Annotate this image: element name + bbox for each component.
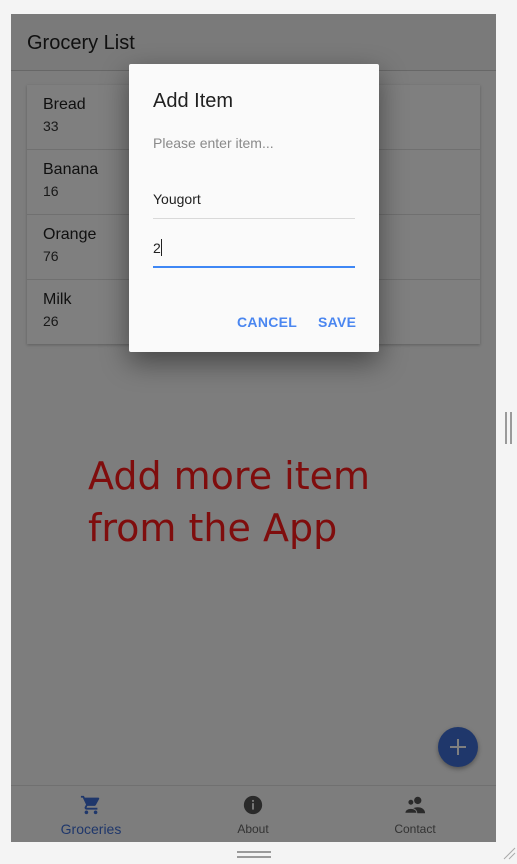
corner-resize-grip-icon[interactable] [502,846,516,860]
item-name-value: Yougort [153,191,201,207]
save-button[interactable]: SAVE [318,304,356,340]
item-name-input[interactable]: Yougort [153,182,355,219]
dialog-message: Please enter item... [153,135,274,151]
text-cursor [160,239,162,256]
item-quantity-input[interactable]: 2 [153,230,355,268]
item-quantity-value: 2 [153,239,162,256]
right-resize-handle[interactable] [505,412,513,444]
dialog-title: Add Item [153,90,234,112]
add-item-dialog: Add Item Please enter item... Yougort 2 … [129,64,379,352]
dialog-actions: CANCEL SAVE [129,304,379,340]
bottom-resize-handle[interactable] [237,851,271,859]
app-window: Grocery List Bread 33 Banana 16 Orange 7… [11,14,496,842]
quantity-text: 2 [153,240,161,256]
cancel-button[interactable]: CANCEL [237,304,297,340]
